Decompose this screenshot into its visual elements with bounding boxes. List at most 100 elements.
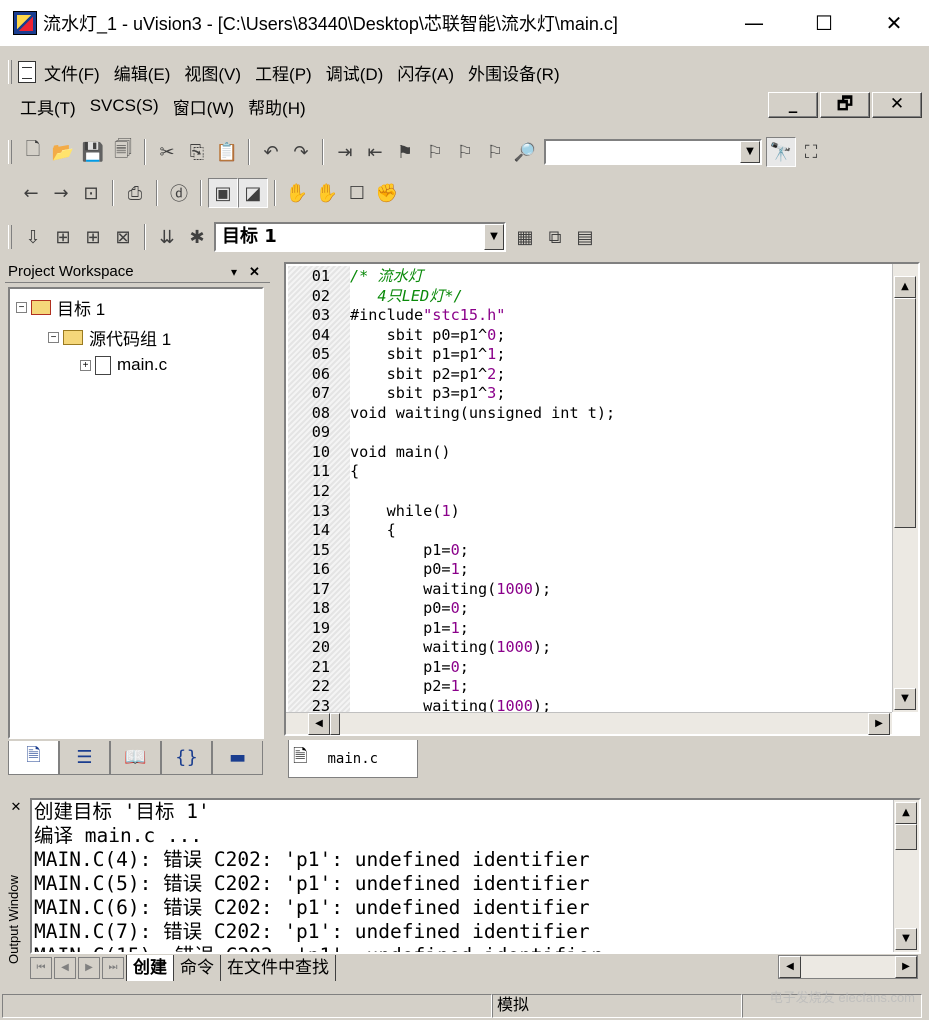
scroll-up-icon[interactable]: ▲ (895, 802, 917, 824)
code-line[interactable]: 04 sbit p0=p1^0; (286, 326, 615, 346)
scroll-down-icon[interactable]: ▼ (894, 688, 916, 710)
copy-icon[interactable]: ⎘ (182, 137, 212, 167)
mdi-close-button[interactable]: ✕ (872, 92, 922, 118)
line-source[interactable]: p0=0; (338, 599, 469, 619)
tree-node-target[interactable]: − 目标 1 (16, 295, 105, 320)
start-debug-icon[interactable]: ⓓ (164, 178, 194, 208)
hand-icon[interactable]: ✋ (282, 178, 312, 208)
last-tab-icon[interactable]: ⏭ (102, 957, 124, 979)
chevron-down-icon[interactable]: ▼ (484, 224, 504, 250)
menu-view[interactable]: 视图(V) (184, 60, 241, 85)
mdi-minimize-button[interactable]: _ (768, 92, 818, 118)
redo-icon[interactable]: ↷ (286, 137, 316, 167)
output-line[interactable]: 创建目标 '目标 1' (32, 800, 919, 824)
output-line[interactable]: MAIN.C(7): 错误 C202: 'p1': undefined iden… (32, 920, 919, 944)
line-source[interactable]: p0=1; (338, 560, 469, 580)
window-maximize-button[interactable]: ☐ (789, 0, 859, 46)
tab-functions-icon[interactable]: {} (161, 741, 212, 775)
menu-svcs[interactable]: SVCS(S) (90, 96, 159, 116)
window-close-button[interactable]: ✕ (859, 0, 929, 46)
open-folder-icon[interactable]: 📂 (48, 137, 78, 167)
menu-debug[interactable]: 调试(D) (326, 60, 384, 85)
toolbar-grip[interactable] (8, 140, 12, 164)
line-source[interactable]: p1=0; (338, 541, 469, 561)
code-line[interactable]: 17 waiting(1000); (286, 580, 615, 600)
tab-main-c[interactable]: 🗎 main.c (288, 740, 418, 778)
bookmark-next-icon[interactable]: ⚐ (420, 137, 450, 167)
code-line[interactable]: 18 p0=0; (286, 599, 615, 619)
hand-disabled-icon[interactable]: ☐ (342, 178, 372, 208)
scroll-up-icon[interactable]: ▲ (894, 276, 916, 298)
tab-templates-icon[interactable]: ▬ (212, 741, 263, 775)
expand-icon[interactable]: + (80, 359, 91, 371)
line-source[interactable]: waiting(1000); (338, 638, 551, 658)
collapse-icon[interactable]: − (16, 302, 27, 313)
target-select[interactable]: 目标 1 ▼ (214, 222, 506, 252)
line-source[interactable]: void waiting(unsigned int t); (338, 404, 615, 424)
chevron-down-icon[interactable]: ▼ (740, 141, 760, 163)
tab-command[interactable]: 命令 (173, 955, 220, 981)
line-source[interactable]: waiting(1000); (338, 580, 551, 600)
menu-flash[interactable]: 闪存(A) (397, 60, 454, 85)
translate-icon[interactable]: ⇩ (18, 222, 48, 252)
code-line[interactable]: 08 void waiting(unsigned int t); (286, 404, 615, 424)
new-file-icon[interactable]: 🗋 (18, 137, 48, 167)
line-source[interactable] (338, 423, 350, 443)
code-line[interactable]: 12 (286, 482, 615, 502)
code-lines[interactable]: 01/* 流水灯 02 4只LED灯*/03 #include"stc15.h" 04… (286, 267, 615, 717)
output-line[interactable]: MAIN.C(15): 错误 C202: 'p1': undefined ide… (32, 944, 919, 952)
hand-stop-icon[interactable]: ✋ (312, 178, 342, 208)
workspace-close-button[interactable]: ✕ (249, 261, 260, 283)
code-line[interactable]: 15 p1=0; (286, 541, 615, 561)
code-line[interactable]: 01 /* 流水灯 (286, 267, 615, 287)
download-load-icon[interactable]: ⇊ (152, 222, 182, 252)
code-line[interactable]: 11 { (286, 462, 615, 482)
paste-icon[interactable]: 📋 (212, 137, 242, 167)
output-window[interactable]: 创建目标 '目标 1' 编译 main.c ... MAIN.C(4): 错误 C2… (30, 798, 921, 954)
line-source[interactable] (338, 482, 350, 502)
scroll-right-icon[interactable]: ▶ (868, 713, 890, 735)
line-source[interactable]: p2=1; (338, 677, 469, 697)
menu-tools[interactable]: 工具(T) (20, 94, 76, 119)
build-target-icon[interactable]: ⊞ (48, 222, 78, 252)
bookmark-toggle-icon[interactable]: ⚑ (390, 137, 420, 167)
line-source[interactable]: { (338, 462, 359, 482)
title-bar[interactable]: 流水灯_1 - uVision3 - [C:\Users\83440\Deskt… (0, 0, 929, 46)
tab-build[interactable]: 创建 (126, 955, 173, 981)
mdi-restore-button[interactable]: 🗗 (820, 92, 870, 118)
line-source[interactable]: { (338, 521, 396, 541)
line-source[interactable]: void main() (338, 443, 451, 463)
code-editor[interactable]: 01/* 流水灯 02 4只LED灯*/03 #include"stc15.h" 04… (284, 262, 920, 736)
bookmark-prev-icon[interactable]: ⚐ (450, 137, 480, 167)
navigate-forward-icon[interactable]: → (46, 178, 76, 208)
output-line[interactable]: MAIN.C(5): 错误 C202: 'p1': undefined iden… (32, 872, 919, 896)
tab-files-icon[interactable]: 🗎 (8, 741, 59, 775)
code-line[interactable]: 10 void main() (286, 443, 615, 463)
output-horizontal-scrollbar[interactable]: ◀ ▶ (778, 955, 918, 979)
menu-grip[interactable] (8, 60, 12, 84)
hand-grab-icon[interactable]: ✊ (372, 178, 402, 208)
document-menu-icon[interactable] (18, 61, 36, 83)
file-extensions-icon[interactable]: ⧉ (540, 222, 570, 252)
editor-vertical-scrollbar[interactable]: ▲ ▼ (892, 264, 918, 712)
window-minimize-button[interactable]: — (719, 0, 789, 46)
code-line[interactable]: 16 p0=1; (286, 560, 615, 580)
scroll-left-icon[interactable]: ◀ (779, 956, 801, 978)
line-source[interactable]: p1=0; (338, 658, 469, 678)
rebuild-all-icon[interactable]: ⊞ (78, 222, 108, 252)
bookmark-clear-icon[interactable]: ⚐ (480, 137, 510, 167)
line-source[interactable]: while(1) (338, 502, 460, 522)
menu-help[interactable]: 帮助(H) (248, 94, 306, 119)
toolbar-grip[interactable] (8, 225, 12, 249)
prev-tab-icon[interactable]: ◀ (54, 957, 76, 979)
editor-horizontal-scrollbar[interactable]: ◀ ▶ (286, 712, 892, 735)
output-window-icon[interactable]: ◪ (238, 178, 268, 208)
next-tab-icon[interactable]: ▶ (78, 957, 100, 979)
line-source[interactable]: p1=1; (338, 619, 469, 639)
indent-icon[interactable]: ⇥ (330, 137, 360, 167)
menu-file[interactable]: 文件(F) (44, 60, 100, 85)
manage-books-icon[interactable]: ▤ (570, 222, 600, 252)
output-close-button[interactable]: ✕ (6, 800, 26, 815)
find-replace-icon[interactable]: ⛶ (796, 137, 826, 167)
components-icon[interactable]: ▦ (510, 222, 540, 252)
